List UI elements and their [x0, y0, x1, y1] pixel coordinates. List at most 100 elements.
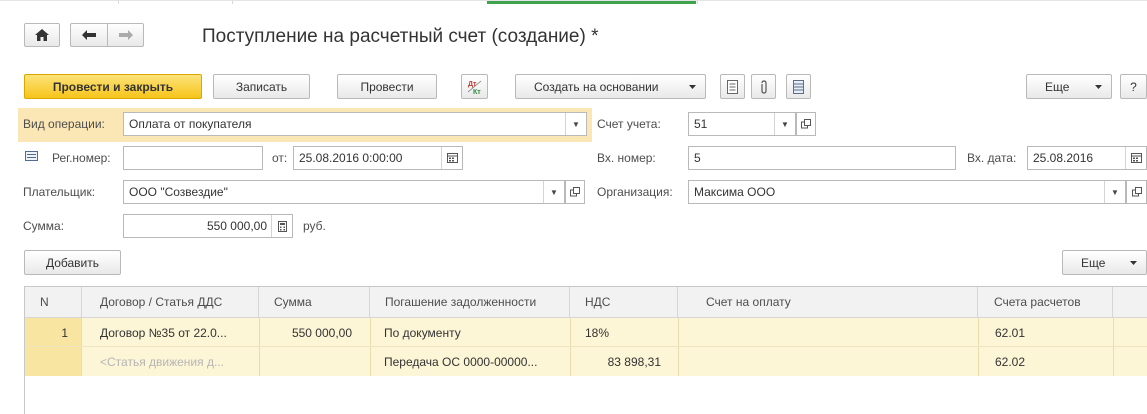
vat-amount-cell[interactable]: 83 898,31: [570, 355, 661, 369]
open-icon: [1131, 187, 1142, 197]
save-button[interactable]: Записать: [213, 74, 310, 99]
column-header-accounts[interactable]: Счета расчетов: [978, 287, 1113, 317]
calendar-icon[interactable]: [1125, 147, 1146, 169]
print-document-button[interactable]: [720, 74, 745, 99]
registry-list-icon: [25, 151, 38, 161]
tab-divider: [232, 1, 234, 4]
reg-number-input[interactable]: [123, 146, 263, 170]
table-row[interactable]: 1 Договор №35 от 22.0... <Статья движени…: [25, 318, 1147, 376]
organization-select[interactable]: Максима ООО ▼: [688, 180, 1126, 204]
dropdown-arrow-icon[interactable]: ▼: [543, 181, 564, 203]
active-tab-indicator: [487, 1, 696, 4]
dt-kt-button[interactable]: Дт Кт: [461, 74, 488, 99]
sub-row-divider: [25, 346, 1147, 347]
column-header-n[interactable]: N: [25, 287, 82, 317]
open-icon: [570, 187, 580, 197]
column-header-amount[interactable]: Сумма: [259, 287, 370, 317]
tab-divider: [697, 1, 699, 4]
repayment-cell[interactable]: По документу: [384, 326, 566, 340]
page-title: Поступление на расчетный счет (создание)…: [202, 26, 599, 47]
column-divider: [1113, 318, 1114, 376]
operation-type-select[interactable]: Оплата от покупателя ▼: [123, 112, 587, 136]
payer-value: ООО "Созвездие": [129, 185, 228, 199]
column-header-repayment[interactable]: Погашение задолженности: [370, 287, 570, 317]
dropdown-arrow-icon: [689, 85, 696, 89]
date-value: 25.08.2016 0:00:00: [299, 151, 403, 165]
cash-flow-item-cell[interactable]: <Статья движения д...: [100, 355, 255, 369]
operation-type-label: Вид операции:: [23, 117, 105, 131]
column-divider: [678, 318, 679, 376]
forward-button[interactable]: [107, 23, 144, 47]
help-button[interactable]: ?: [1120, 74, 1147, 99]
account-select[interactable]: 51 ▼: [688, 112, 796, 136]
attachments-button[interactable]: [751, 74, 776, 99]
currency-label: руб.: [303, 219, 326, 233]
account-label: Счет учета:: [597, 117, 661, 131]
table-more-label: Еще: [1081, 255, 1106, 270]
dropdown-arrow-icon[interactable]: ▼: [565, 113, 586, 135]
amount-cell[interactable]: 550 000,00: [259, 326, 352, 340]
in-date-label: Вх. дата:: [967, 151, 1017, 165]
column-header-contract[interactable]: Договор / Статья ДДС: [82, 287, 259, 317]
from-label: от:: [272, 151, 288, 165]
row-number: 1: [61, 326, 68, 340]
dt-kt-icon: Дт Кт: [467, 80, 481, 96]
payer-label: Плательщик:: [23, 185, 96, 199]
calculator-icon[interactable]: [271, 215, 292, 237]
table-report-icon: [793, 79, 804, 94]
document-icon: [727, 79, 738, 94]
in-date-value: 25.08.2016: [1033, 151, 1094, 165]
column-divider: [370, 318, 371, 376]
table-header: N Договор / Статья ДДС Сумма Погашение з…: [25, 287, 1147, 318]
vat-rate-cell[interactable]: 18%: [585, 326, 673, 340]
back-button[interactable]: [70, 23, 107, 47]
organization-open-button[interactable]: [1126, 180, 1147, 204]
dropdown-arrow-icon[interactable]: ▼: [1104, 181, 1125, 203]
post-button[interactable]: Провести: [337, 74, 437, 99]
column-header-invoice[interactable]: Счет на оплату: [678, 287, 978, 317]
amount-label: Сумма:: [23, 219, 65, 233]
account-open-button[interactable]: [796, 112, 816, 136]
create-based-on-button[interactable]: Создать на основании: [515, 74, 706, 99]
arrow-right-icon: [118, 30, 133, 40]
calendar-icon[interactable]: [441, 147, 462, 169]
payer-select[interactable]: ООО "Созвездие" ▼: [123, 180, 565, 204]
tab-divider: [118, 1, 120, 4]
report-button[interactable]: [786, 74, 811, 99]
paperclip-icon: [760, 79, 767, 94]
dropdown-arrow-icon: [1130, 261, 1137, 265]
arrow-left-icon: [82, 30, 96, 40]
payer-open-button[interactable]: [565, 180, 585, 204]
home-button[interactable]: [24, 23, 60, 47]
settlement-account-cell[interactable]: 62.01: [995, 326, 1105, 340]
in-number-input[interactable]: 5: [688, 146, 956, 170]
in-date-input[interactable]: 25.08.2016: [1027, 146, 1147, 170]
create-based-on-label: Создать на основании: [534, 79, 659, 94]
organization-value: Максима ООО: [694, 185, 776, 199]
amount-value: 550 000,00: [206, 219, 267, 233]
advance-account-cell[interactable]: 62.02: [995, 355, 1105, 369]
column-divider: [81, 318, 82, 376]
organization-label: Организация:: [597, 185, 673, 199]
repayment-document-cell[interactable]: Передача ОС 0000-00000...: [384, 355, 566, 369]
more-button[interactable]: Еще: [1026, 74, 1112, 99]
amount-input[interactable]: 550 000,00: [123, 214, 293, 238]
table-more-button[interactable]: Еще: [1062, 250, 1147, 275]
operation-type-value: Оплата от покупателя: [129, 117, 252, 131]
account-value: 51: [694, 117, 708, 131]
open-icon: [801, 119, 811, 129]
reg-number-label: Рег.номер:: [52, 151, 111, 165]
date-input[interactable]: 25.08.2016 0:00:00: [293, 146, 463, 170]
post-and-close-button[interactable]: Провести и закрыть: [24, 74, 202, 99]
column-header-vat[interactable]: НДС: [570, 287, 678, 317]
more-label: Еще: [1045, 79, 1070, 94]
dropdown-arrow-icon[interactable]: ▼: [774, 113, 795, 135]
top-tab-strip: [0, 0, 1147, 5]
payment-breakdown-table: N Договор / Статья ДДС Сумма Погашение з…: [24, 286, 1147, 414]
contract-cell[interactable]: Договор №35 от 22.0...: [100, 326, 255, 340]
home-icon: [35, 29, 49, 41]
kt-text: Кт: [473, 89, 481, 96]
in-number-label: Вх. номер:: [597, 151, 656, 165]
column-divider: [978, 318, 979, 376]
add-row-button[interactable]: Добавить: [24, 250, 121, 275]
